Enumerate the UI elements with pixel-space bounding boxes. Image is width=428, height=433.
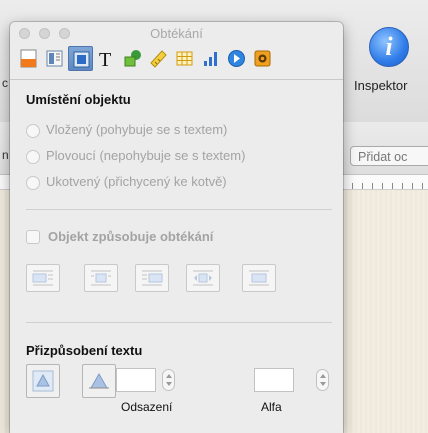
wrap-largest-button[interactable] [186,264,220,292]
wrap-none-icon [249,270,269,286]
fit-tight-button[interactable] [26,364,60,398]
radio-floating[interactable] [26,150,40,164]
offset-input[interactable] [116,368,156,392]
tab-wrap[interactable] [68,46,93,71]
tab-table[interactable] [172,46,197,71]
wrap-left-icon [32,270,53,286]
wrap-largest-icon [193,270,213,286]
metrics-icon [150,50,167,68]
svg-text:T: T [99,49,111,69]
wrap-checkbox[interactable] [26,230,40,244]
fit-tight-icon [32,370,54,392]
quicktime-icon [254,50,271,67]
add-button[interactable]: Přidat oc [350,146,428,166]
wrap-right-button[interactable] [135,264,169,292]
radio-anchored-label: Ukotvený (přichycený ke kotvě) [46,174,227,189]
tab-text[interactable]: T [94,46,119,71]
graphic-icon [124,50,141,67]
tabbar-divider [10,79,343,80]
wrap-checkbox-label: Objekt způsobuje obtékání [48,229,214,244]
radio-inline[interactable] [26,124,40,138]
panel-title: Obtékání [150,26,203,41]
clipped-format-letter: n [2,148,9,162]
tab-link[interactable] [224,46,249,71]
tab-layout[interactable] [42,46,67,71]
fit-bounds-icon [89,372,109,389]
offset-stepper[interactable] [162,369,175,391]
placement-divider [26,209,332,210]
wrap-icon [73,51,90,68]
wrap-divider [26,322,332,323]
tab-graphic[interactable] [120,46,145,71]
inspector-button-label[interactable]: Inspektor [354,78,407,93]
tab-chart[interactable] [198,46,223,71]
wrap-none-button[interactable] [242,264,276,292]
chart-icon [204,52,217,66]
panel-titlebar[interactable]: Obtékání [10,22,343,46]
table-icon [176,51,193,66]
alpha-input[interactable] [254,368,294,392]
fit-bounds-button[interactable] [82,364,116,398]
wrap-both-icon [91,270,111,286]
wrap-right-icon [142,270,163,286]
wrap-left-button[interactable] [26,264,60,292]
offset-label: Odsazení [121,400,173,414]
inspector-icon[interactable]: i [369,27,409,67]
tab-document[interactable] [16,46,41,71]
tab-quicktime[interactable] [250,46,275,71]
alpha-label: Alfa [261,400,282,414]
radio-anchored[interactable] [26,176,40,190]
link-icon [228,50,245,67]
document-icon [20,49,37,68]
wrap-both-button[interactable] [84,264,118,292]
inspector-panel: Obtékání T Umístění objektu Vložený (poh… [10,22,343,433]
text-fit-title: Přizpůsobení textu [26,343,143,358]
tab-metrics[interactable] [146,46,171,71]
clipped-toolbar-letter: c [2,76,8,90]
placement-title: Umístění objektu [26,92,131,107]
alpha-stepper[interactable] [316,369,329,391]
layout-icon [46,50,63,67]
text-icon: T [99,49,111,69]
radio-inline-label: Vložený (pohybuje se s textem) [46,122,228,137]
radio-floating-label: Plovoucí (nepohybuje se s textem) [46,148,246,163]
